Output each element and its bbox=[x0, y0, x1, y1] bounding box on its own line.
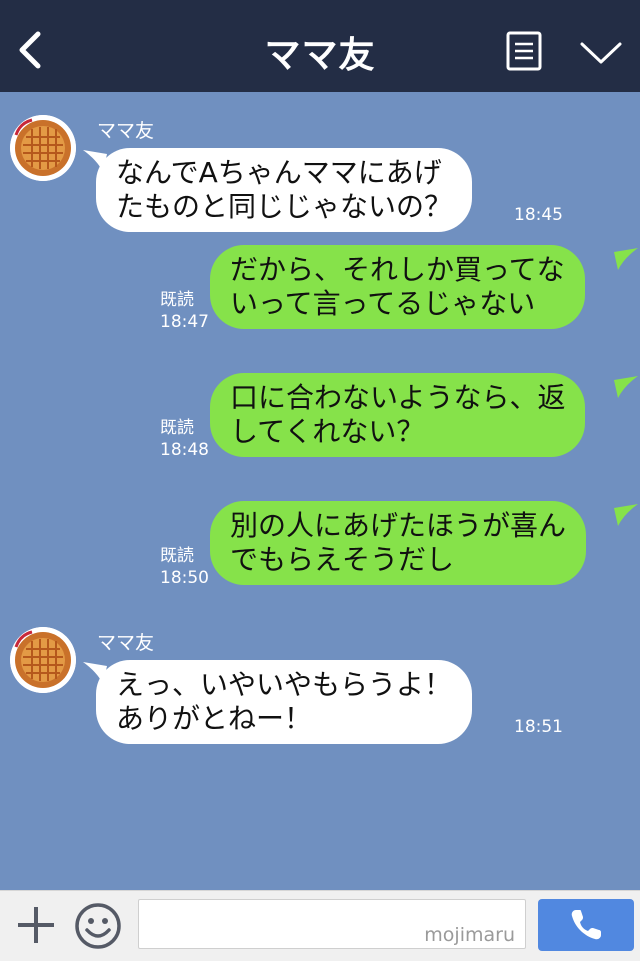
message-line: なんでAちゃんママにあげ bbox=[116, 156, 442, 189]
read-label: 既読 bbox=[160, 290, 194, 310]
plus-icon[interactable] bbox=[16, 905, 56, 945]
message-line: ありがとねー！ bbox=[116, 702, 313, 735]
message-input[interactable]: mojimaru bbox=[138, 899, 526, 949]
phone-icon bbox=[571, 910, 601, 940]
bubble-tail bbox=[614, 376, 638, 398]
notes-icon[interactable] bbox=[506, 31, 542, 71]
message-line: でもらえそうだし bbox=[230, 543, 455, 576]
message-line: いって言ってるじゃない bbox=[230, 287, 536, 320]
message-bubble-incoming[interactable]: えっ、いやいやもらうよ！ ありがとねー！ bbox=[96, 660, 473, 744]
message-line: えっ、いやいやもらうよ！ bbox=[116, 668, 453, 701]
message-line: してくれない？ bbox=[230, 415, 425, 448]
bubble-tail bbox=[614, 248, 638, 270]
message-line: 別の人にあげたほうが喜ん bbox=[230, 509, 567, 542]
sender-name: ママ友 bbox=[97, 120, 155, 142]
input-bar: mojimaru bbox=[0, 890, 640, 961]
message-bubble-outgoing[interactable]: 口に合わないようなら、返 してくれない？ bbox=[210, 373, 586, 457]
sender-name: ママ友 bbox=[97, 632, 155, 654]
bubble-tail bbox=[614, 504, 638, 526]
smile-icon[interactable] bbox=[74, 902, 122, 950]
call-button[interactable] bbox=[538, 899, 634, 951]
message-time: 18:51 bbox=[514, 717, 563, 737]
read-label: 既読 bbox=[160, 546, 194, 566]
read-receipt: 既読 18:47 bbox=[160, 289, 209, 333]
avatar[interactable] bbox=[10, 627, 76, 693]
message-bubble-incoming[interactable]: なんでAちゃんママにあげ たものと同じじゃないの？ bbox=[96, 148, 473, 232]
message-line: 口に合わないようなら、返 bbox=[230, 381, 566, 414]
chevron-down-icon[interactable] bbox=[578, 38, 624, 68]
watermark: mojimaru bbox=[424, 924, 515, 946]
pie-avatar-icon bbox=[10, 627, 76, 693]
avatar[interactable] bbox=[10, 115, 76, 181]
message-time: 18:48 bbox=[160, 440, 209, 460]
read-receipt: 既読 18:48 bbox=[160, 417, 209, 461]
chat-header: ママ友 bbox=[0, 0, 640, 92]
message-bubble-outgoing[interactable]: だから、それしか買ってな いって言ってるじゃない bbox=[210, 245, 585, 329]
message-time: 18:47 bbox=[160, 312, 209, 332]
message-line: たものと同じじゃないの？ bbox=[116, 190, 453, 223]
pie-avatar-icon bbox=[10, 115, 76, 181]
read-receipt: 既読 18:50 bbox=[160, 545, 209, 589]
message-line: だから、それしか買ってな bbox=[230, 253, 565, 286]
read-label: 既読 bbox=[160, 418, 194, 438]
message-time: 18:45 bbox=[514, 205, 563, 225]
message-bubble-outgoing[interactable]: 別の人にあげたほうが喜ん でもらえそうだし bbox=[210, 501, 587, 585]
message-time: 18:50 bbox=[160, 568, 209, 588]
chat-title: ママ友 bbox=[264, 35, 376, 76]
